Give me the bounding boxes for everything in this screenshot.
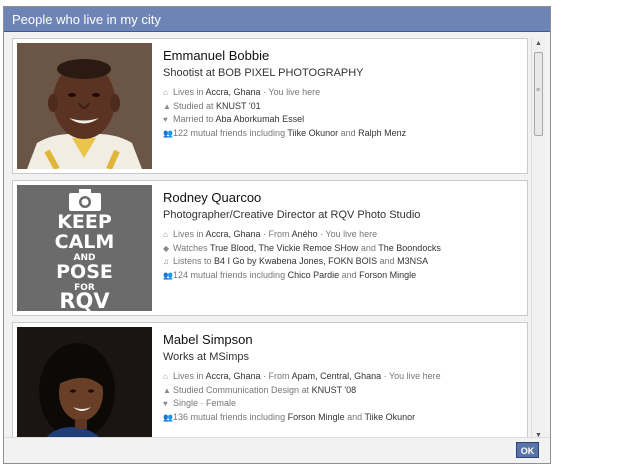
graduation-cap-icon: ▲ [163, 385, 171, 395]
listens-row: ♫ Listens to B4 I Go by Kwabena Jones, FO… [163, 255, 521, 269]
ok-button[interactable]: OK [516, 442, 539, 458]
tag-icon: ◆ [163, 243, 170, 253]
location-row: ⌂ Lives in Accra, Ghana · You live here [163, 86, 521, 100]
heart-icon: ♥ [163, 115, 168, 124]
location-row: ⌂ Lives in Accra, Ghana · From Apam, Cent… [163, 370, 521, 384]
person-card: Mabel Simpson Works at MSimps ⌂ Lives in … [12, 322, 528, 442]
person-name[interactable]: Rodney Quarcoo [163, 190, 521, 205]
camera-icon [69, 189, 101, 211]
grip-icon: ≡ [536, 87, 541, 94]
person-name[interactable]: Mabel Simpson [163, 332, 521, 347]
relationship-row: ♥ Married to Aba Aborkumah Essel [163, 113, 521, 127]
home-icon: ⌂ [163, 230, 168, 239]
friends-icon: 👥 [163, 412, 173, 422]
person-name[interactable]: Emmanuel Bobbie [163, 48, 521, 63]
heart-icon: ♥ [163, 399, 168, 408]
mutual-friends-row: 👥122 mutual friends including Tiike Okun… [163, 127, 521, 141]
city-link[interactable]: Accra, Ghana [206, 87, 261, 97]
dialog-title: People who live in my city [4, 7, 550, 32]
tv-link[interactable]: The Boondocks [378, 243, 441, 253]
profile-photo[interactable]: KEEP CALM AND POSE FOR RQV [17, 185, 152, 311]
profile-photo[interactable] [17, 43, 152, 169]
scroll-up-arrow-icon[interactable]: ▲ [532, 38, 545, 50]
graduation-cap-icon: ▲ [163, 101, 171, 111]
keep-calm-poster: KEEP CALM AND POSE FOR RQV [17, 185, 152, 311]
dialog-footer: OK [4, 437, 550, 463]
school-link[interactable]: KNUST '08 [312, 385, 357, 395]
friend-link[interactable]: Forson Mingle [359, 270, 416, 280]
city-link[interactable]: Accra, Ghana [206, 371, 261, 381]
tv-link[interactable]: True Blood, The Vickie Remoe SHow [210, 243, 358, 253]
people-dialog: People who live in my city Emmanuel Bobb… [3, 6, 551, 464]
friend-link[interactable]: Ralph Menz [358, 128, 406, 138]
poster-line: RQV [59, 289, 110, 312]
person-card: Emmanuel Bobbie Shootist at BOB PIXEL PH… [12, 38, 528, 174]
hometown-link[interactable]: Aného [292, 229, 318, 239]
education-row: ▲ Studied at KNUST '01 [163, 100, 521, 114]
music-note-icon: ♫ [163, 257, 169, 266]
friend-link[interactable]: Chico Pardie [288, 270, 340, 280]
friends-icon: 👥 [163, 270, 173, 280]
scrollbar-thumb[interactable]: ≡ [534, 52, 543, 136]
vertical-scrollbar[interactable]: ▲ ≡ ▼ [531, 38, 545, 442]
poster-line: KEEP [57, 211, 112, 233]
home-icon: ⌂ [163, 88, 168, 97]
friends-icon: 👥 [163, 128, 173, 138]
education-row: ▲ Studied Communication Design at KNUST '… [163, 384, 521, 398]
hometown-link[interactable]: Apam, Central, Ghana [292, 371, 382, 381]
poster-line: CALM [54, 231, 115, 253]
relationship-row: ♥ Single · Female [163, 397, 521, 411]
spouse-link[interactable]: Aba Aborkumah Essel [216, 114, 305, 124]
music-link[interactable]: B4 I Go by Kwabena Jones, FOKN BOIS [214, 256, 377, 266]
location-row: ⌂ Lives in Accra, Ghana · From Aného · Yo… [163, 228, 521, 242]
person-card: KEEP CALM AND POSE FOR RQV Rodney Quarco… [12, 180, 528, 316]
friend-link[interactable]: Forson Mingle [288, 412, 345, 422]
mutual-friends-row: 👥136 mutual friends including Forson Min… [163, 411, 521, 425]
person-headline: Photographer/Creative Director at RQV Ph… [163, 209, 421, 221]
person-headline: Shootist at BOB PIXEL PHOTOGRAPHY [163, 67, 364, 79]
music-link[interactable]: M3NSA [397, 256, 428, 266]
city-link[interactable]: Accra, Ghana [206, 229, 261, 239]
friend-link[interactable]: Tiike Okunor [287, 128, 338, 138]
home-icon: ⌂ [163, 372, 168, 381]
people-list: Emmanuel Bobbie Shootist at BOB PIXEL PH… [12, 38, 531, 442]
poster-line: POSE [56, 261, 113, 283]
mutual-friends-row: 👥124 mutual friends including Chico Pard… [163, 269, 521, 283]
school-link[interactable]: KNUST '01 [216, 101, 261, 111]
person-headline: Works at MSimps [163, 351, 249, 363]
friend-link[interactable]: Tiike Okunor [364, 412, 415, 422]
profile-photo[interactable] [17, 327, 152, 442]
watches-row: ◆ Watches True Blood, The Vickie Remoe SH… [163, 242, 521, 256]
